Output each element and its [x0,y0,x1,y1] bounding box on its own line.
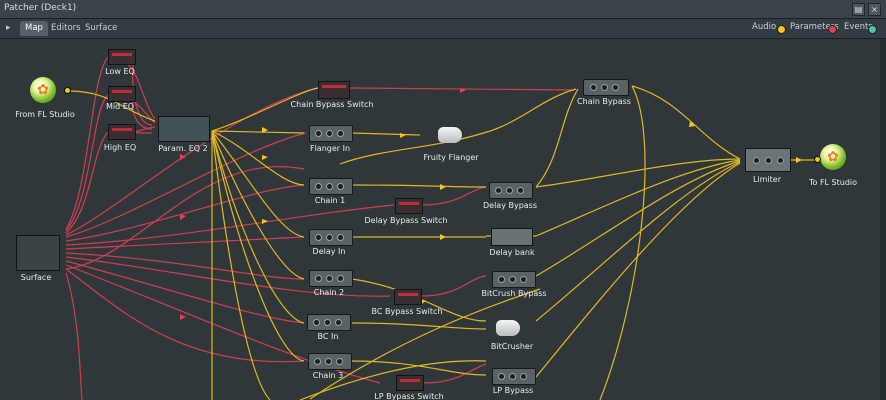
delay-bypass-switch-node[interactable] [395,198,423,214]
plugin-bulb-icon[interactable] [496,320,520,336]
close-button[interactable]: × [868,3,881,16]
events-legend-icon[interactable] [868,25,877,34]
window-title: Patcher (Deck1) [4,3,77,13]
chain-bypass-node[interactable] [583,79,629,96]
bitcrush-bypass-node[interactable] [492,271,536,288]
chain-bypass-label: Chain Bypass [577,97,631,106]
chain-1-label: Chain 1 [314,196,346,205]
chain-bypass-switch-label: Chain Bypass Switch [290,100,374,109]
right-scrollbar[interactable] [880,39,886,400]
low-eq-control[interactable] [108,49,136,65]
output-port[interactable] [64,87,71,94]
lp-bypass-switch-label: LP Bypass Switch [374,392,444,400]
surface-label: Surface [20,273,52,282]
lp-bypass-label: LP Bypass [492,386,534,395]
param-eq-2-label: Param. EQ 2 [158,144,208,153]
tab-map[interactable]: Map [20,21,48,36]
delay-bypass-node[interactable] [489,182,533,199]
title-bar: Patcher (Deck1) ▤ × [0,0,886,19]
input-port[interactable] [814,156,821,163]
chain-1-node[interactable] [309,178,353,195]
limiter-label: Limiter [752,175,782,184]
bitcrush-bypass-label: BitCrush Bypass [481,289,547,298]
bitcrusher-label: BitCrusher [490,342,534,351]
mid-eq-label: Mid EQ [105,102,135,111]
low-eq-label: Low EQ [105,67,135,76]
window-menu-button[interactable]: ▤ [852,3,865,16]
lp-bypass-node[interactable] [492,368,536,385]
fl-studio-icon[interactable]: ✿ [30,77,56,103]
fl-studio-icon[interactable]: ✿ [820,144,846,170]
bc-in-label: BC In [317,332,339,341]
param-eq-2-node[interactable] [158,116,210,142]
fruity-flanger-label: Fruity Flanger [423,153,479,162]
limiter-node[interactable] [745,148,791,172]
delay-in-label: Delay In [312,247,346,256]
legend-audio-label: Audio [752,22,777,32]
bc-in-node[interactable] [307,314,351,331]
chain-bypass-switch-node[interactable] [318,81,350,99]
chain-2-label: Chain 2 [313,288,345,297]
chain-3-label: Chain 3 [312,371,344,380]
delay-bank-label: Delay bank [489,248,535,257]
tab-bar: ▸ Map Editors Surface Audio Parameters E… [0,19,886,39]
bc-bypass-switch-node[interactable] [394,289,422,305]
chain-3-node[interactable] [308,353,352,370]
to-fl-studio-label: To FL Studio [808,178,858,187]
collapse-arrow-icon[interactable]: ▸ [6,23,11,33]
mid-eq-control[interactable] [108,86,136,102]
high-eq-label: High EQ [103,143,137,152]
patch-map-canvas[interactable]: ✿ From FL Studio Low EQ Mid EQ High EQ P… [0,39,886,400]
delay-bank-node[interactable] [491,228,533,246]
high-eq-control[interactable] [108,124,136,140]
from-fl-studio-label: From FL Studio [15,110,75,119]
patcher-window: Patcher (Deck1) ▤ × ▸ Map Editors Surfac… [0,0,886,400]
parameters-legend-icon[interactable] [828,25,837,34]
bc-bypass-switch-label: BC Bypass Switch [371,307,443,316]
lp-bypass-switch-node[interactable] [396,375,424,391]
flanger-in-node[interactable] [309,125,353,142]
delay-bypass-label: Delay Bypass [482,201,538,210]
chain-2-node[interactable] [309,270,353,287]
tab-surface[interactable]: Surface [80,21,122,36]
delay-bypass-switch-label: Delay Bypass Switch [364,216,448,225]
flanger-in-label: Flanger In [309,144,351,153]
surface-node[interactable] [16,235,60,271]
plugin-bulb-icon[interactable] [438,127,462,143]
audio-legend-icon[interactable] [777,25,786,34]
delay-in-node[interactable] [309,229,353,246]
